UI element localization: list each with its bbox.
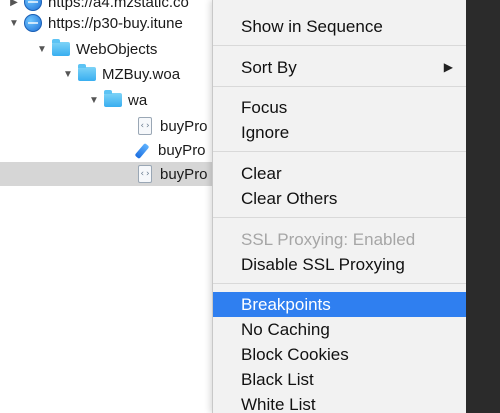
- folder-icon: [78, 64, 96, 81]
- menu-separator: [213, 45, 467, 46]
- menu-item-clear[interactable]: Clear: [213, 161, 467, 186]
- menu-item-label: Focus: [241, 97, 288, 117]
- menu-item-label: Ignore: [241, 122, 290, 142]
- menu-item-label: Clear: [241, 163, 282, 183]
- host-label: https://a4.mzstatic.co: [48, 0, 189, 11]
- menu-separator: [213, 151, 467, 152]
- menu-item-label: Clear Others: [241, 188, 338, 208]
- tree-row-mzbuy-woa[interactable]: ▼ MZBuy.woa: [0, 62, 236, 86]
- menu-item-label: Black List: [241, 369, 314, 389]
- submenu-arrow-icon: ▶: [443, 60, 453, 74]
- tree-row-buyproduct-2[interactable]: buyPro: [0, 138, 236, 162]
- menu-item-label: Show in Sequence: [241, 16, 383, 36]
- folder-label: WebObjects: [76, 40, 158, 58]
- menu-item-show-in-sequence[interactable]: Show in Sequence: [213, 14, 467, 39]
- menu-item-breakpoints[interactable]: Breakpoints: [213, 292, 467, 317]
- menu-item-black-list[interactable]: Black List: [213, 367, 467, 392]
- file-label: buyPro: [160, 165, 208, 183]
- menu-item-disable-ssl-proxying[interactable]: Disable SSL Proxying: [213, 252, 467, 277]
- file-label: buyPro: [160, 117, 208, 135]
- request-tree: ▶ https://a4.mzstatic.co ▼ https://p30-b…: [0, 0, 236, 413]
- folder-icon: [104, 90, 122, 107]
- menu-item-no-caching[interactable]: No Caching: [213, 317, 467, 342]
- menu-item-white-list[interactable]: White List: [213, 392, 467, 413]
- menu-item-clear-others[interactable]: Clear Others: [213, 186, 467, 211]
- menu-item-ssl-proxying-enabled: SSL Proxying: Enabled: [213, 227, 467, 252]
- menu-item-sort-by[interactable]: Sort By ▶: [213, 55, 467, 80]
- disclosure-triangle-icon[interactable]: ▼: [8, 17, 20, 29]
- menu-item-label: Disable SSL Proxying: [241, 254, 405, 274]
- globe-icon: [24, 0, 42, 11]
- menu-item-label: Breakpoints: [241, 294, 331, 314]
- menu-item-label: White List: [241, 394, 316, 413]
- disclosure-triangle-icon[interactable]: ▶: [8, 0, 20, 8]
- tree-row-p30-buy[interactable]: ▼ https://p30-buy.itune: [0, 11, 236, 35]
- menu-item-block-cookies[interactable]: Block Cookies: [213, 342, 467, 367]
- menu-separator: [213, 86, 467, 87]
- edit-pen-icon: [136, 141, 152, 159]
- menu-item-label: Block Cookies: [241, 344, 349, 364]
- file-label: buyPro: [158, 141, 206, 159]
- menu-separator: [213, 283, 467, 284]
- menu-item-label: SSL Proxying: Enabled: [241, 229, 416, 249]
- background-window-edge: [466, 0, 500, 413]
- folder-label: wa: [128, 91, 148, 109]
- menu-item-label: No Caching: [241, 319, 330, 339]
- disclosure-triangle-icon[interactable]: ▼: [88, 94, 100, 106]
- globe-icon: [24, 14, 42, 32]
- disclosure-triangle-icon[interactable]: ▼: [62, 68, 74, 80]
- tree-row-wa[interactable]: ▼ wa: [0, 88, 236, 112]
- tree-row-buyproduct-1[interactable]: ‹› buyPro: [0, 114, 236, 138]
- folder-label: MZBuy.woa: [102, 65, 181, 83]
- menu-item-label: Sort By: [241, 57, 297, 77]
- document-icon: ‹›: [138, 165, 152, 183]
- menu-item-focus[interactable]: Focus: [213, 95, 467, 120]
- context-menu: Show in Sequence Sort By ▶ Focus Ignore …: [212, 0, 467, 413]
- menu-separator: [213, 217, 467, 218]
- disclosure-triangle-icon[interactable]: ▼: [36, 43, 48, 55]
- tree-row-buyproduct-3-selected[interactable]: ‹› buyPro: [0, 162, 236, 186]
- host-label: https://p30-buy.itune: [48, 14, 183, 32]
- document-icon: ‹›: [138, 117, 152, 135]
- folder-icon: [52, 39, 70, 56]
- menu-item-ignore[interactable]: Ignore: [213, 120, 467, 145]
- tree-row-webobjects[interactable]: ▼ WebObjects: [0, 37, 236, 61]
